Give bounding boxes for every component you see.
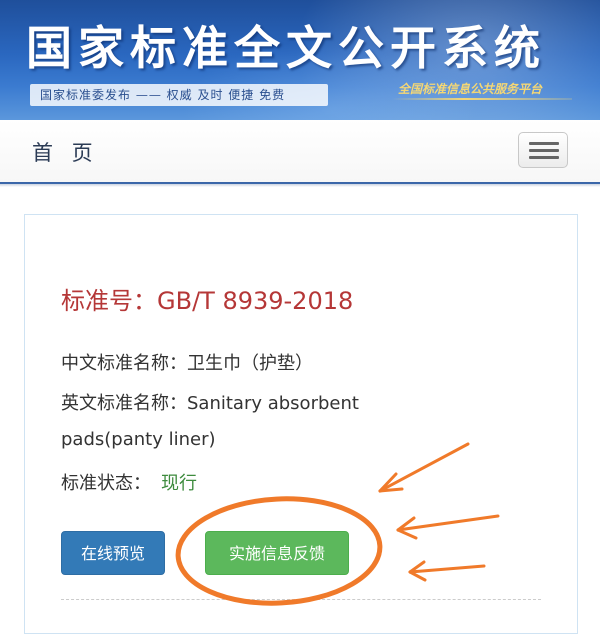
standard-number-heading: 标准号：GB/T 8939-2018 bbox=[61, 281, 353, 316]
hamburger-menu-icon-bar bbox=[529, 149, 559, 152]
navbar: 首 页 bbox=[0, 120, 600, 183]
en-name-row-continued: pads(panty liner) bbox=[61, 429, 216, 450]
status-value: 现行 bbox=[161, 473, 197, 494]
cn-name-row: 中文标准名称：卫生巾（护垫） bbox=[61, 349, 313, 375]
hamburger-menu-button[interactable] bbox=[518, 132, 568, 168]
hamburger-menu-icon-bar bbox=[529, 156, 559, 159]
en-name-row: 英文标准名称：Sanitary absorbent bbox=[61, 389, 359, 415]
card-divider bbox=[61, 599, 541, 600]
standard-number: GB/T 8939-2018 bbox=[157, 287, 354, 315]
status-row: 标准状态： 现行 bbox=[61, 469, 197, 495]
banner-tagline: 国家标准委发布 —— 权威 及时 便捷 免费 bbox=[40, 88, 286, 102]
cn-name-label: 中文标准名称： bbox=[61, 353, 187, 374]
cn-name-value: 卫生巾（护垫） bbox=[187, 353, 313, 374]
en-name-label: 英文标准名称： bbox=[61, 393, 187, 414]
banner-tagline-strip: 国家标准委发布 —— 权威 及时 便捷 免费 bbox=[30, 84, 328, 106]
banner-slogan: 全国标准信息公共服务平台 bbox=[398, 82, 543, 96]
hamburger-menu-icon bbox=[529, 142, 559, 145]
nav-home-link[interactable]: 首 页 bbox=[32, 137, 99, 167]
standard-detail-card: 标准号：GB/T 8939-2018 中文标准名称：卫生巾（护垫） 英文标准名称… bbox=[24, 214, 578, 634]
en-name-value-line1: Sanitary absorbent bbox=[187, 393, 359, 414]
site-title: 国家标准全文公开系统 bbox=[26, 21, 546, 75]
implementation-feedback-button[interactable]: 实施信息反馈 bbox=[205, 531, 349, 575]
banner-slogan-underline bbox=[392, 98, 572, 100]
en-name-value-line2: pads(panty liner) bbox=[61, 429, 216, 450]
status-label: 标准状态： bbox=[61, 473, 151, 494]
navbar-shadow bbox=[0, 182, 600, 187]
site-banner: 国家标准全文公开系统 国家标准委发布 —— 权威 及时 便捷 免费 全国标准信息… bbox=[0, 0, 600, 120]
online-preview-button[interactable]: 在线预览 bbox=[61, 531, 165, 575]
standard-number-label: 标准号： bbox=[61, 287, 157, 315]
